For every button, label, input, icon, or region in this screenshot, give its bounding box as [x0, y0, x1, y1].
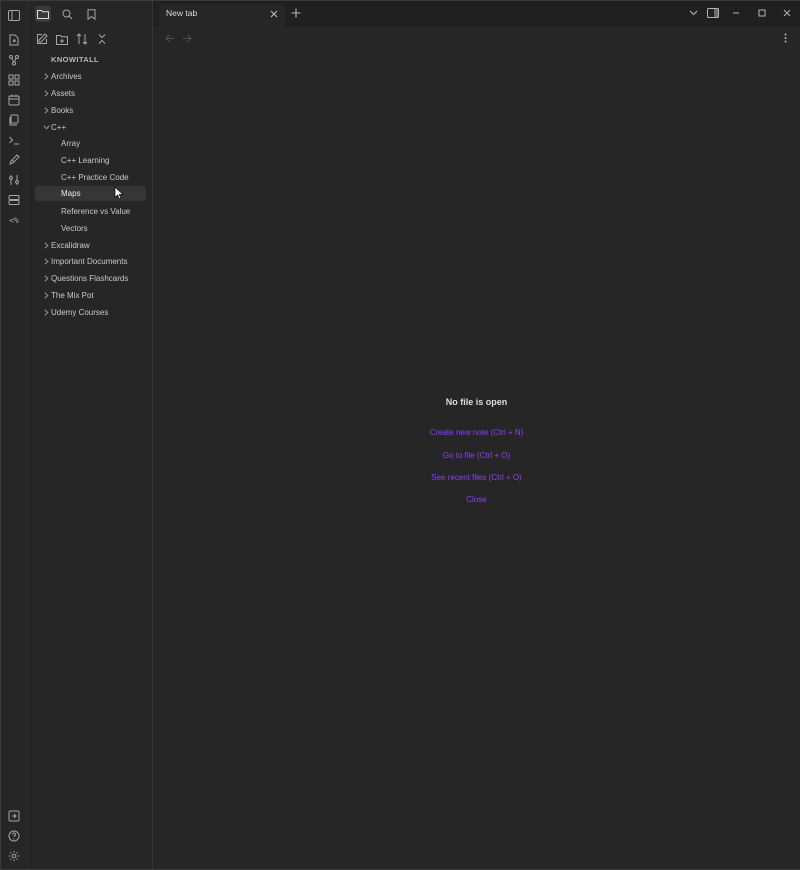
- see-recent-files-link[interactable]: See recent files (Ctrl + O): [153, 473, 800, 482]
- tree-item-label: Important Documents: [51, 257, 128, 267]
- folder-item[interactable]: Excalidraw: [43, 238, 90, 253]
- file-item[interactable]: Maps: [35, 186, 146, 202]
- tree-item-label: Array: [61, 139, 81, 149]
- folder-item[interactable]: The Mix Pot: [43, 288, 94, 303]
- folder-item[interactable]: Udemy Courses: [43, 305, 109, 320]
- forward-arrow-icon[interactable]: [181, 32, 193, 44]
- search-icon[interactable]: [59, 6, 75, 22]
- tab-bar: New tab: [153, 1, 800, 26]
- tree-item-label: Questions Flashcards: [51, 274, 129, 284]
- new-tab-plus-icon[interactable]: [290, 7, 302, 19]
- calendar-icon[interactable]: [7, 93, 21, 107]
- code-percent-icon[interactable]: <%: [6, 213, 22, 227]
- tab-list-chevron-down-icon[interactable]: [687, 7, 699, 19]
- chevron-right-icon[interactable]: [42, 305, 50, 320]
- tree-item-label: Udemy Courses: [51, 307, 109, 317]
- new-folder-icon[interactable]: [55, 32, 69, 46]
- sliders-icon[interactable]: [7, 173, 21, 187]
- chevron-right-icon[interactable]: [42, 271, 50, 286]
- tree-item-label: The Mix Pot: [51, 291, 94, 301]
- tree-item-label: Books: [51, 105, 74, 115]
- open-vault-icon[interactable]: [7, 809, 21, 823]
- tree-item-label: C++ Learning: [61, 156, 110, 166]
- storage-icon[interactable]: [7, 193, 21, 207]
- ribbon: <%: [1, 1, 28, 869]
- chevron-down-icon[interactable]: [42, 120, 50, 135]
- folder-item[interactable]: Assets: [43, 86, 76, 101]
- files-folder-icon[interactable]: [35, 6, 51, 22]
- tree-item-label: Vectors: [61, 223, 88, 233]
- go-to-file-link[interactable]: Go to file (Ctrl + O): [153, 451, 800, 460]
- tree-item-label: C++: [51, 122, 67, 132]
- file-item[interactable]: Vectors: [61, 221, 88, 236]
- command-palette-icon[interactable]: [7, 133, 21, 147]
- empty-state-title: No file is open: [445, 397, 508, 407]
- draw-pen-icon[interactable]: [7, 153, 21, 167]
- vault-name: KNOWITALL: [51, 55, 100, 64]
- file-item[interactable]: Reference vs Value: [61, 204, 130, 219]
- chevron-right-icon[interactable]: [42, 238, 50, 253]
- more-options-icon[interactable]: [780, 32, 790, 44]
- chevron-right-icon[interactable]: [42, 254, 50, 269]
- chevron-right-icon[interactable]: [42, 69, 50, 84]
- tab-new-tab[interactable]: New tab: [159, 4, 285, 26]
- graph-view-icon[interactable]: [7, 53, 21, 67]
- open-quick-switcher-icon[interactable]: [7, 33, 21, 47]
- mouse-cursor-icon: [114, 186, 124, 200]
- tree-item-label: Excalidraw: [51, 240, 90, 250]
- folder-item[interactable]: C++: [42, 120, 67, 135]
- create-new-note-link[interactable]: Create new note (Ctrl + N): [153, 428, 800, 437]
- sidebar-toggle-icon[interactable]: [7, 8, 21, 22]
- back-arrow-icon[interactable]: [164, 32, 176, 44]
- canvas-icon[interactable]: [7, 73, 21, 87]
- maximize-icon[interactable]: [756, 7, 768, 19]
- close-link[interactable]: Close: [153, 495, 800, 504]
- new-note-icon[interactable]: [35, 32, 49, 46]
- file-item[interactable]: C++ Practice Code: [61, 170, 129, 185]
- tree-item-label: Reference vs Value: [61, 206, 131, 216]
- tree-item-label: Archives: [51, 72, 82, 81]
- folder-item[interactable]: Questions Flashcards: [43, 271, 129, 286]
- collapse-all-icon[interactable]: [95, 32, 109, 46]
- chevron-right-icon[interactable]: [42, 288, 50, 303]
- tab-title: New tab: [166, 8, 198, 18]
- editor-area: No file is open Create new note (Ctrl + …: [153, 26, 800, 869]
- right-sidebar-toggle-icon[interactable]: [706, 7, 720, 19]
- close-icon[interactable]: [267, 7, 281, 21]
- folder-item[interactable]: Books: [43, 103, 74, 118]
- bookmark-icon[interactable]: [83, 6, 99, 22]
- settings-gear-icon[interactable]: [7, 849, 21, 863]
- sidebar-topbar: [28, 1, 153, 26]
- chevron-right-icon[interactable]: [42, 86, 50, 101]
- window-close-icon[interactable]: [781, 7, 793, 19]
- tree-item-label: Maps: [61, 189, 81, 199]
- file-item[interactable]: Array: [61, 136, 80, 151]
- tree-item-label: C++ Practice Code: [61, 173, 129, 183]
- help-icon[interactable]: [7, 829, 21, 843]
- folder-item[interactable]: Archives: [43, 69, 82, 84]
- app-window: <% KNOWITALL Archives Assets Books C++ A…: [0, 0, 800, 870]
- folder-item[interactable]: Important Documents: [43, 254, 128, 269]
- sort-order-icon[interactable]: [75, 32, 89, 46]
- file-item[interactable]: C++ Learning: [61, 153, 109, 168]
- templates-icon[interactable]: [7, 113, 21, 127]
- file-explorer-sidebar: KNOWITALL Archives Assets Books C++ Array C++…: [28, 1, 153, 869]
- minimize-icon[interactable]: [730, 7, 742, 19]
- tree-item-label: Assets: [51, 88, 76, 98]
- chevron-right-icon[interactable]: [42, 103, 50, 118]
